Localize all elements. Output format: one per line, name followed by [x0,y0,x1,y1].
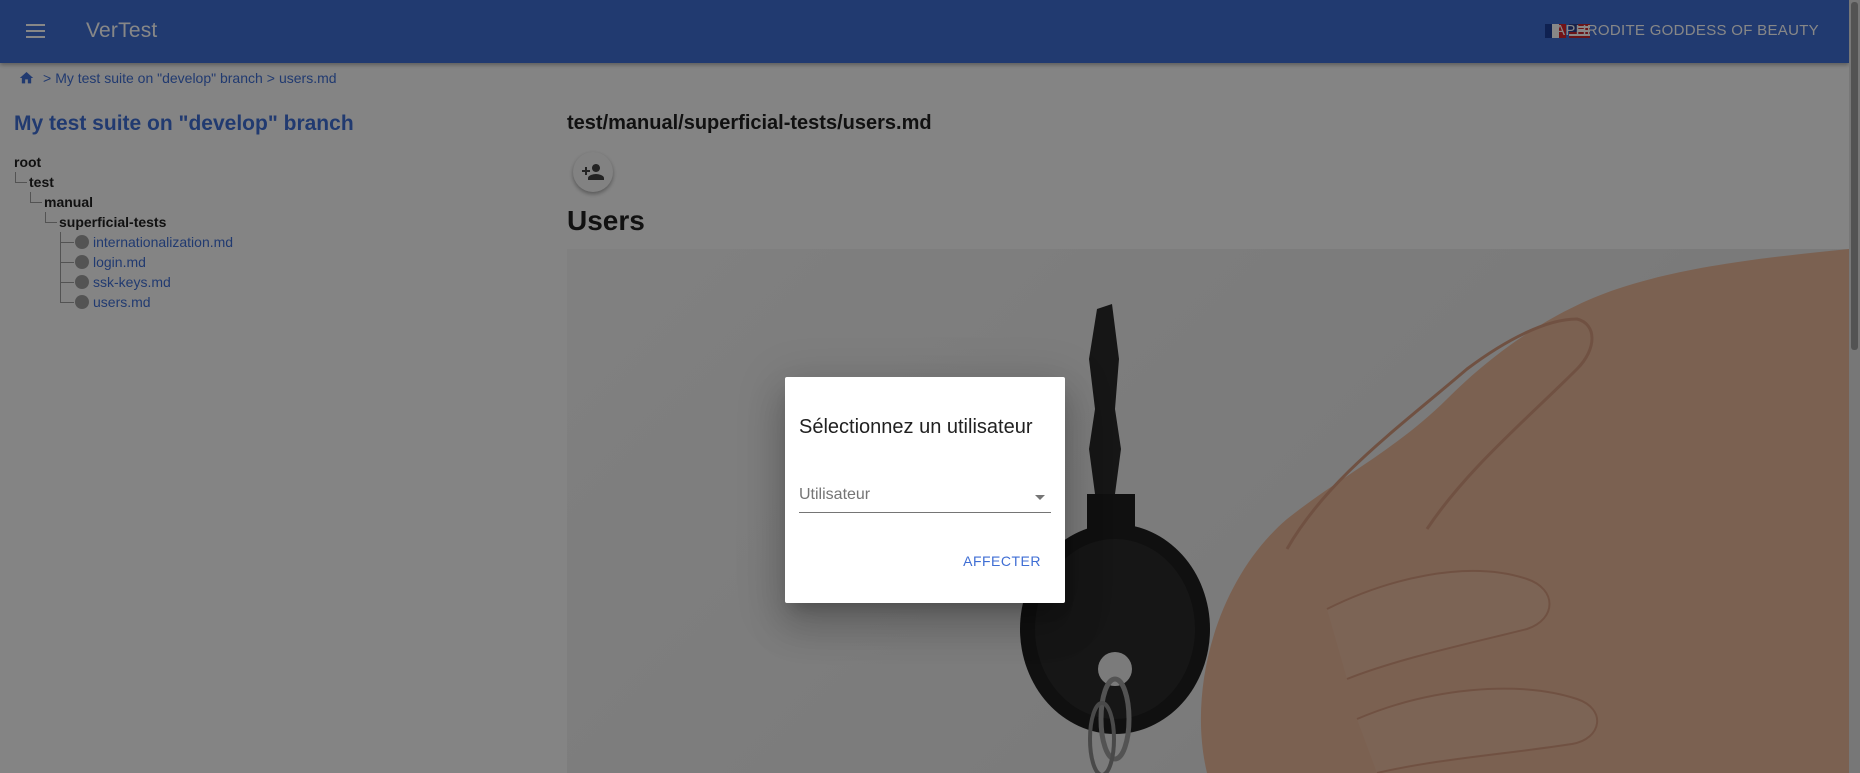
user-select[interactable]: Utilisateur [799,483,1051,513]
assign-button[interactable]: AFFECTER [963,553,1041,569]
user-select-label: Utilisateur [799,486,871,503]
select-user-dialog: Sélectionnez un utilisateur Utilisateur … [785,377,1065,603]
dropdown-arrow-icon [1035,495,1045,500]
dialog-title: Sélectionnez un utilisateur [799,416,1033,438]
